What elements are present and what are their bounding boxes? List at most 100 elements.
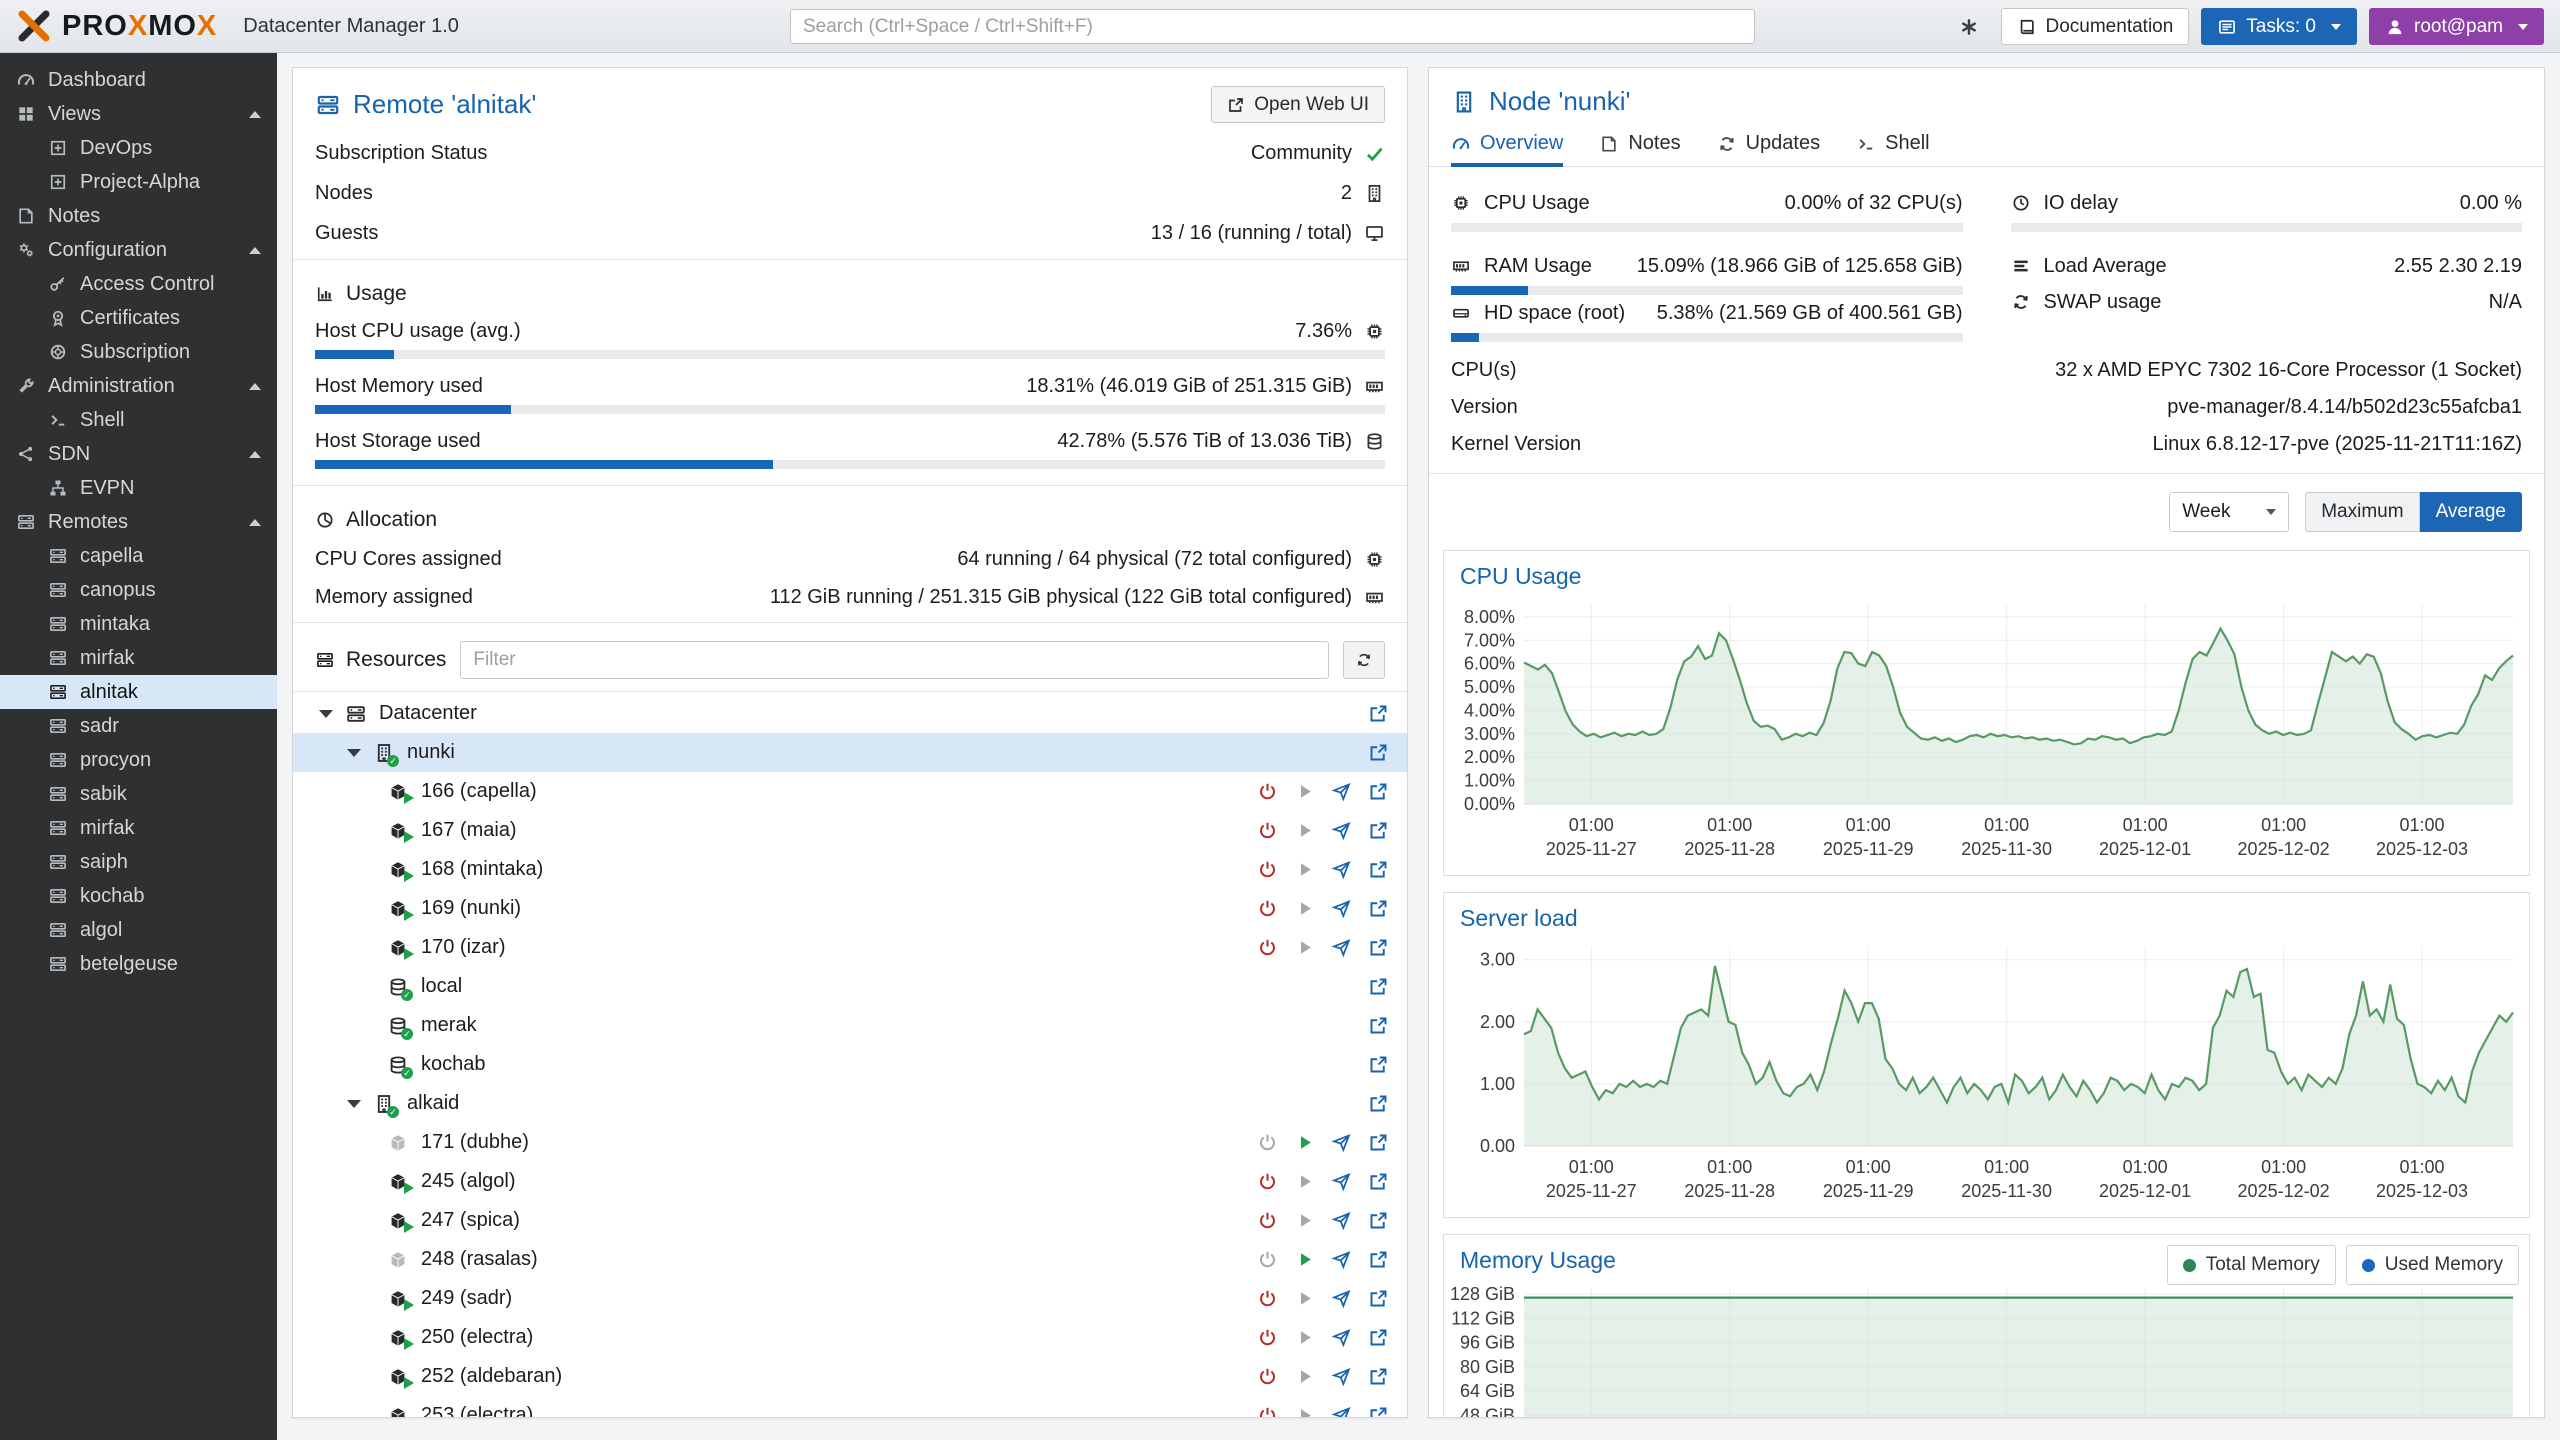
chevron-up-icon[interactable] <box>249 519 261 526</box>
tree-row-167-maia[interactable]: 167 (maia) <box>293 811 1407 850</box>
migrate-button[interactable] <box>1331 898 1352 919</box>
sidebar-item-notes[interactable]: Notes <box>0 199 277 233</box>
open-link-button[interactable] <box>1368 1132 1389 1153</box>
tree-row-nunki[interactable]: nunki <box>293 733 1407 772</box>
sidebar-item-algol[interactable]: algol <box>0 913 277 947</box>
start-button[interactable] <box>1294 1249 1315 1270</box>
open-link-button[interactable] <box>1368 1171 1389 1192</box>
tree-row-245-algol[interactable]: 245 (algol) <box>293 1162 1407 1201</box>
start-button[interactable] <box>1294 1210 1315 1231</box>
tree-row-kochab[interactable]: kochab <box>293 1045 1407 1084</box>
sidebar-item-mirfak[interactable]: mirfak <box>0 811 277 845</box>
shutdown-button[interactable] <box>1257 1171 1278 1192</box>
caret-down-icon[interactable] <box>347 749 361 757</box>
legend-button-used-memory[interactable]: Used Memory <box>2346 1245 2519 1285</box>
tree-row-247-spica[interactable]: 247 (spica) <box>293 1201 1407 1240</box>
sidebar-item-administration[interactable]: Administration <box>0 369 277 403</box>
sidebar-item-canopus[interactable]: canopus <box>0 573 277 607</box>
migrate-button[interactable] <box>1331 1132 1352 1153</box>
tree-row-169-nunki[interactable]: 169 (nunki) <box>293 889 1407 928</box>
open-link-button[interactable] <box>1368 1093 1389 1114</box>
sidebar-item-mintaka[interactable]: mintaka <box>0 607 277 641</box>
open-web-ui-button[interactable]: Open Web UI <box>1211 86 1385 123</box>
shutdown-button[interactable] <box>1257 1288 1278 1309</box>
period-select[interactable]: Week <box>2169 492 2289 532</box>
open-link-button[interactable] <box>1368 820 1389 841</box>
caret-down-icon[interactable] <box>319 710 333 718</box>
migrate-button[interactable] <box>1331 1171 1352 1192</box>
start-button[interactable] <box>1294 898 1315 919</box>
shutdown-button[interactable] <box>1257 1405 1278 1418</box>
start-button[interactable] <box>1294 1327 1315 1348</box>
sidebar-item-subscription[interactable]: Subscription <box>0 335 277 369</box>
sidebar-item-remotes[interactable]: Remotes <box>0 505 277 539</box>
sidebar-item-certificates[interactable]: Certificates <box>0 301 277 335</box>
migrate-button[interactable] <box>1331 1288 1352 1309</box>
tab-updates[interactable]: Updates <box>1717 121 1821 166</box>
migrate-button[interactable] <box>1331 820 1352 841</box>
chevron-up-icon[interactable] <box>249 383 261 390</box>
sidebar-item-shell[interactable]: Shell <box>0 403 277 437</box>
open-link-button[interactable] <box>1368 898 1389 919</box>
tree-row-local[interactable]: local <box>293 967 1407 1006</box>
sidebar-item-capella[interactable]: capella <box>0 539 277 573</box>
tab-notes[interactable]: Notes <box>1599 121 1680 166</box>
tree-row-171-dubhe[interactable]: 171 (dubhe) <box>293 1123 1407 1162</box>
shutdown-button[interactable] <box>1257 937 1278 958</box>
migrate-button[interactable] <box>1331 859 1352 880</box>
start-button[interactable] <box>1294 781 1315 802</box>
chevron-up-icon[interactable] <box>249 247 261 254</box>
shutdown-button[interactable] <box>1257 898 1278 919</box>
sidebar-item-procyon[interactable]: procyon <box>0 743 277 777</box>
start-button[interactable] <box>1294 1366 1315 1387</box>
shutdown-button[interactable] <box>1257 1249 1278 1270</box>
open-link-button[interactable] <box>1368 1288 1389 1309</box>
migrate-button[interactable] <box>1331 1210 1352 1231</box>
average-button[interactable]: Average <box>2420 492 2522 532</box>
tree-row-248-rasalas[interactable]: 248 (rasalas) <box>293 1240 1407 1279</box>
start-button[interactable] <box>1294 820 1315 841</box>
sidebar-item-configuration[interactable]: Configuration <box>0 233 277 267</box>
open-link-button[interactable] <box>1368 976 1389 997</box>
sidebar-item-kochab[interactable]: kochab <box>0 879 277 913</box>
sidebar-item-access-control[interactable]: Access Control <box>0 267 277 301</box>
sidebar-item-saiph[interactable]: saiph <box>0 845 277 879</box>
open-link-button[interactable] <box>1368 1366 1389 1387</box>
tree-row-datacenter[interactable]: Datacenter <box>293 694 1407 733</box>
chevron-up-icon[interactable] <box>249 451 261 458</box>
shutdown-button[interactable] <box>1257 820 1278 841</box>
start-button[interactable] <box>1294 859 1315 880</box>
open-link-button[interactable] <box>1368 937 1389 958</box>
tree-row-170-izar[interactable]: 170 (izar) <box>293 928 1407 967</box>
tab-shell[interactable]: Shell <box>1856 121 1929 166</box>
migrate-button[interactable] <box>1331 1249 1352 1270</box>
shutdown-button[interactable] <box>1257 859 1278 880</box>
shutdown-button[interactable] <box>1257 1366 1278 1387</box>
start-button[interactable] <box>1294 1132 1315 1153</box>
tree-row-alkaid[interactable]: alkaid <box>293 1084 1407 1123</box>
start-button[interactable] <box>1294 1171 1315 1192</box>
shutdown-button[interactable] <box>1257 781 1278 802</box>
tree-row-250-electra[interactable]: 250 (electra) <box>293 1318 1407 1357</box>
sidebar-item-project-alpha[interactable]: Project-Alpha <box>0 165 277 199</box>
search-input[interactable] <box>790 9 1755 44</box>
sidebar-item-alnitak[interactable]: alnitak <box>0 675 277 709</box>
sidebar-item-sdn[interactable]: SDN <box>0 437 277 471</box>
start-button[interactable] <box>1294 937 1315 958</box>
tab-overview[interactable]: Overview <box>1451 121 1563 166</box>
documentation-button[interactable]: Documentation <box>2001 8 2190 45</box>
migrate-button[interactable] <box>1331 1405 1352 1418</box>
start-button[interactable] <box>1294 1288 1315 1309</box>
open-link-button[interactable] <box>1368 1210 1389 1231</box>
migrate-button[interactable] <box>1331 781 1352 802</box>
sidebar-item-sabik[interactable]: sabik <box>0 777 277 811</box>
tree-row-253-electra[interactable]: 253 (electra) <box>293 1396 1407 1418</box>
tasks-button[interactable]: Tasks: 0 <box>2201 8 2357 45</box>
sidebar-item-betelgeuse[interactable]: betelgeuse <box>0 947 277 981</box>
tree-row-168-mintaka[interactable]: 168 (mintaka) <box>293 850 1407 889</box>
shutdown-button[interactable] <box>1257 1210 1278 1231</box>
shutdown-button[interactable] <box>1257 1132 1278 1153</box>
chevron-up-icon[interactable] <box>249 111 261 118</box>
start-button[interactable] <box>1294 1405 1315 1418</box>
sidebar-item-devops[interactable]: DevOps <box>0 131 277 165</box>
